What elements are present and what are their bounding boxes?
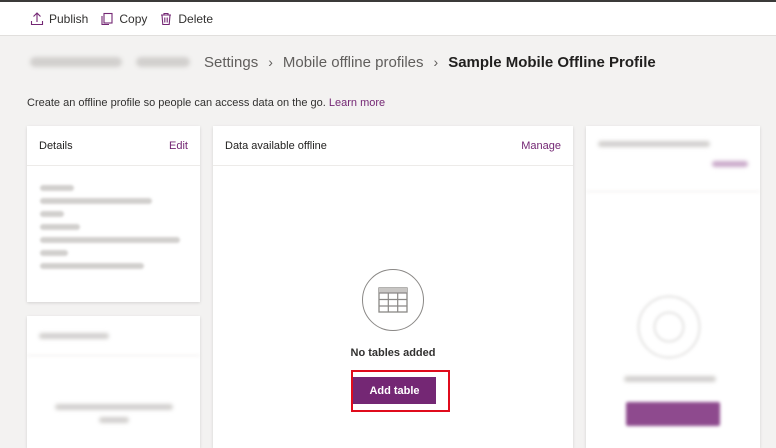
- redacted-people-content: [586, 192, 760, 448]
- chevron-right-icon: ›: [268, 54, 273, 70]
- redacted-environment-id: [136, 57, 190, 67]
- breadcrumb: Settings › Mobile offline profiles › Sam…: [0, 37, 776, 87]
- no-tables-message: No tables added: [350, 347, 436, 359]
- details-title: Details: [39, 139, 73, 152]
- chevron-right-icon: ›: [433, 54, 439, 70]
- redacted-people-header: [586, 126, 760, 192]
- data-card-title: Data available offline: [225, 139, 327, 152]
- publish-label: Publish: [49, 11, 89, 26]
- add-table-button[interactable]: Add table: [353, 377, 436, 404]
- upload-icon: [30, 11, 44, 25]
- data-card-body: No tables added Add table: [213, 167, 573, 448]
- copy-icon: [101, 12, 113, 25]
- breadcrumb-profiles[interactable]: Mobile offline profiles: [283, 54, 424, 71]
- command-bar: Publish Copy Delete: [0, 2, 776, 36]
- redacted-environment-name: [30, 57, 122, 67]
- copy-button[interactable]: Copy: [100, 12, 147, 26]
- delete-button[interactable]: Delete: [159, 12, 213, 26]
- breadcrumb-settings[interactable]: Settings: [204, 54, 258, 71]
- intro-description: Create an offline profile so people can …: [27, 97, 326, 109]
- publish-button[interactable]: Publish: [30, 12, 88, 26]
- table-icon: [362, 269, 424, 331]
- intro-text: Create an offline profile so people can …: [27, 97, 385, 109]
- redacted-owner-content: [27, 356, 200, 430]
- learn-more-link[interactable]: Learn more: [329, 97, 385, 109]
- people-card: [586, 126, 760, 448]
- page-title: Sample Mobile Offline Profile: [448, 53, 656, 71]
- redacted-details-content: [27, 166, 200, 269]
- details-card: Details Edit: [27, 126, 200, 302]
- manage-link[interactable]: Manage: [521, 140, 561, 152]
- delete-label: Delete: [178, 11, 214, 26]
- redacted-owner-title: [39, 332, 109, 339]
- owner-card: [27, 316, 200, 448]
- copy-label: Copy: [119, 11, 148, 26]
- data-available-offline-card: Data available offline Manage No tables …: [213, 126, 573, 448]
- edit-link[interactable]: Edit: [169, 140, 188, 152]
- trash-icon: [161, 12, 172, 25]
